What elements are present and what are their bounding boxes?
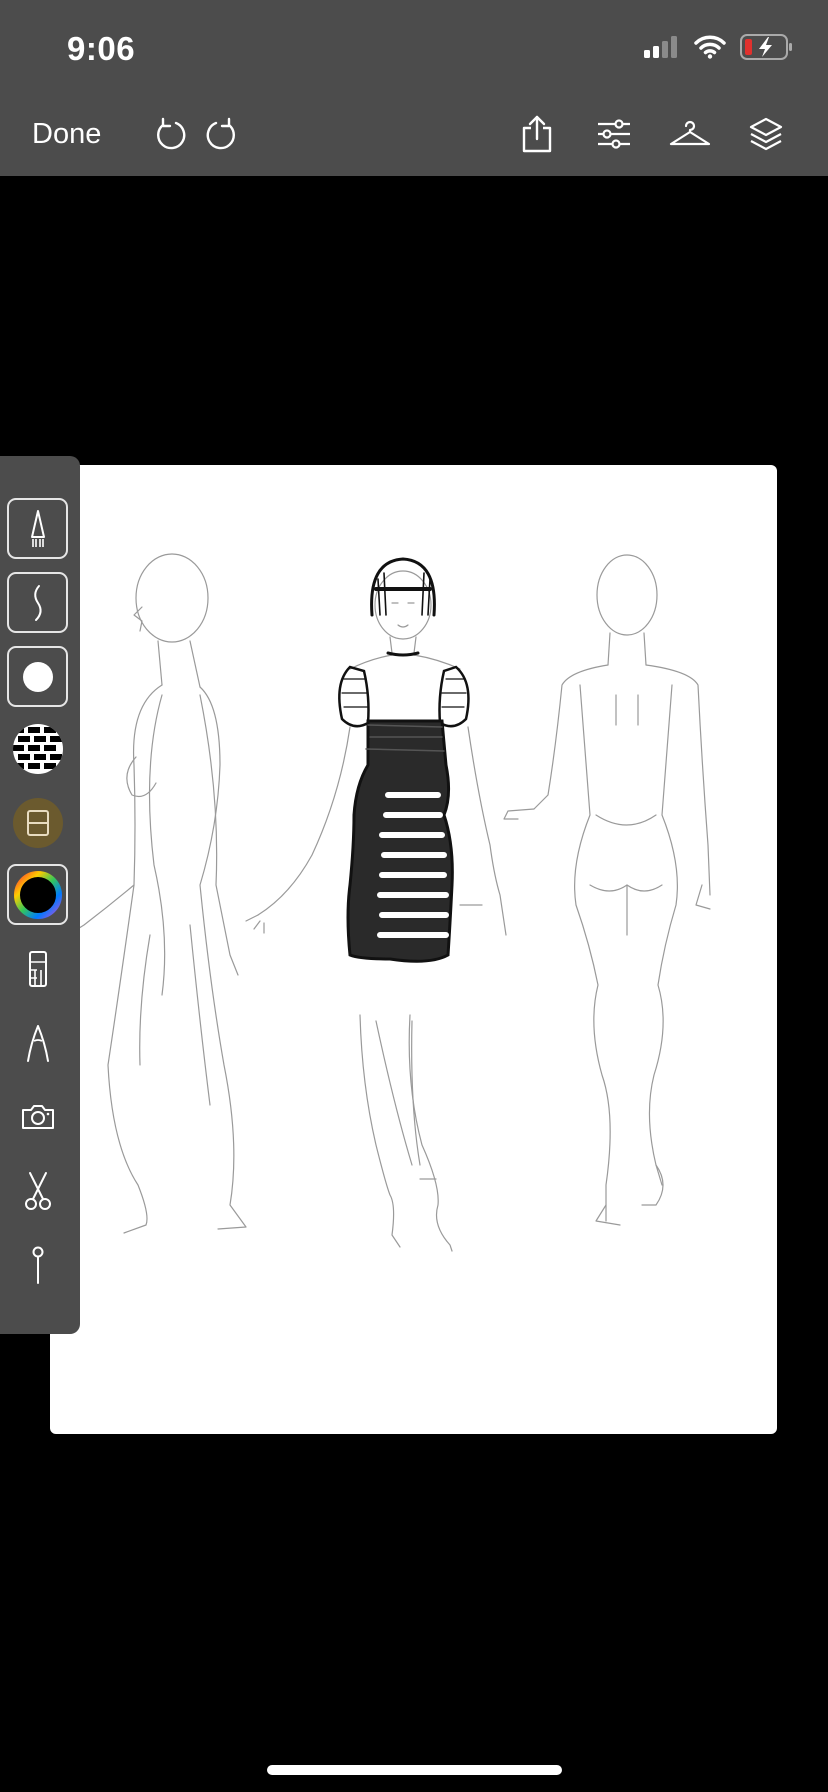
stroke-icon (33, 584, 42, 621)
camera-tool[interactable] (7, 1086, 68, 1147)
wifi-icon (694, 35, 726, 64)
pin-tool[interactable] (7, 1234, 68, 1295)
compass-tool[interactable] (7, 1012, 68, 1073)
layers-icon[interactable] (744, 112, 788, 156)
color-wheel-tool[interactable] (7, 864, 68, 925)
scissors-tool[interactable] (7, 1160, 68, 1221)
brick-pattern-icon (12, 723, 63, 774)
tool-palette (0, 456, 80, 1334)
swatch-tool[interactable] (7, 792, 68, 853)
camera-icon (21, 1104, 54, 1129)
done-button[interactable]: Done (32, 118, 101, 151)
adjustments-icon[interactable] (592, 112, 636, 156)
status-time: 9:06 (67, 30, 136, 67)
compass-icon (26, 1024, 49, 1062)
brush-size-dot-icon (22, 661, 53, 692)
undo-icon[interactable] (148, 112, 192, 156)
ruler-icon (28, 950, 47, 987)
signal-icon (644, 35, 680, 63)
hanger-icon[interactable] (668, 112, 712, 156)
pencil-brush-icon (30, 509, 45, 547)
share-icon[interactable] (515, 112, 559, 156)
redo-icon[interactable] (200, 112, 244, 156)
pencil-brush-tool[interactable] (7, 498, 68, 559)
pattern-fill-tool[interactable] (7, 718, 68, 779)
battery-charging-icon (740, 33, 794, 65)
top-bar: 9:06 Done (0, 0, 828, 176)
fashion-croquis-sketch (57, 553, 711, 1252)
scissors-icon (24, 1171, 51, 1210)
drawing-canvas[interactable] (50, 465, 777, 1434)
pin-icon (32, 1246, 43, 1284)
ruler-tool[interactable] (7, 938, 68, 999)
status-icons (644, 33, 794, 65)
brush-size-tool[interactable] (7, 646, 68, 707)
home-indicator[interactable] (267, 1765, 562, 1775)
swatch-icon (12, 797, 63, 848)
color-wheel-icon (13, 870, 62, 919)
stroke-tool[interactable] (7, 572, 68, 633)
